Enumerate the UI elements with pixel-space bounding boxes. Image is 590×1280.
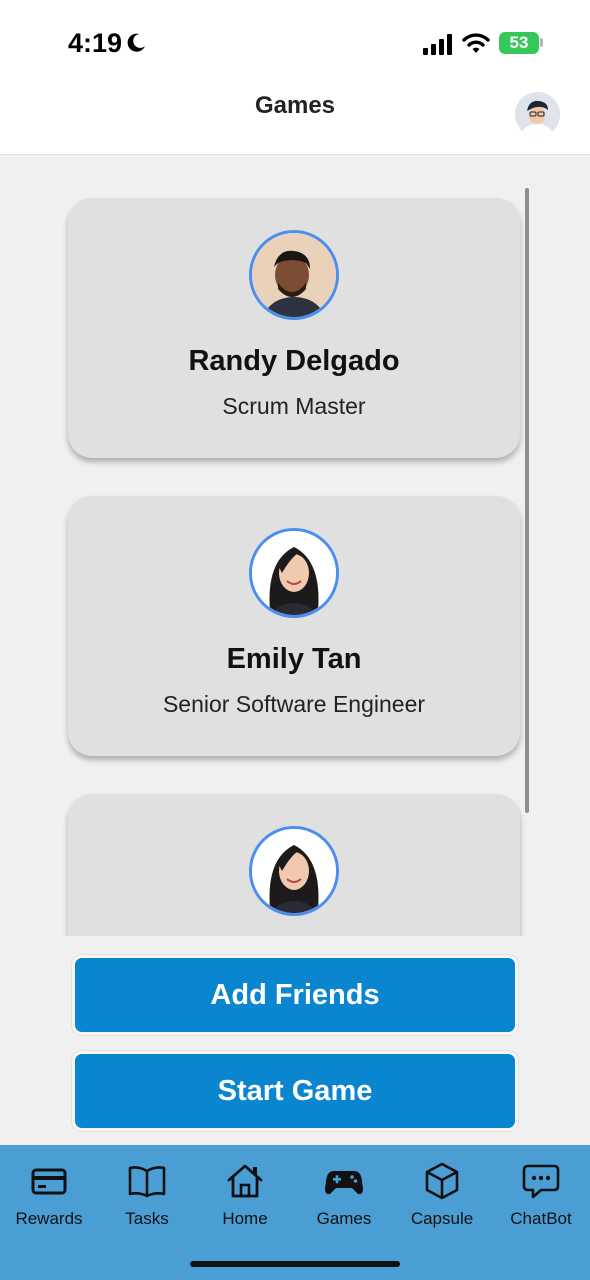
status-bar: 4:19 53 <box>0 0 590 80</box>
profile-avatar-image <box>515 92 560 137</box>
friend-card-emily[interactable]: Emily Tan Senior Software Engineer <box>68 496 520 756</box>
cellular-signal-icon <box>423 34 452 55</box>
battery-cap <box>540 38 543 47</box>
friend-avatar <box>249 826 339 916</box>
nav-item-tasks[interactable]: Tasks <box>98 1161 196 1241</box>
gamepad-icon <box>325 1171 363 1195</box>
chat-icon <box>522 1164 560 1199</box>
nav-item-games[interactable]: Games <box>295 1161 393 1241</box>
wifi-icon <box>462 33 490 53</box>
friend-avatar <box>249 230 339 320</box>
friend-photo <box>252 233 336 317</box>
nav-label: Rewards <box>15 1209 83 1228</box>
friend-role: Senior Software Engineer <box>162 691 426 717</box>
friend-card-randy[interactable]: Randy Delgado Scrum Master <box>68 198 520 458</box>
battery-level: 53 <box>509 33 529 52</box>
nav-item-capsule[interactable]: Capsule <box>393 1161 491 1241</box>
start-game-button[interactable]: Start Game <box>72 1051 518 1131</box>
friend-photo <box>252 829 336 913</box>
scrollbar[interactable] <box>525 188 529 813</box>
friend-card-partial[interactable] <box>68 794 520 936</box>
friend-photo <box>252 531 336 615</box>
friend-avatar <box>249 528 339 618</box>
profile-avatar[interactable] <box>515 92 560 137</box>
friend-name: Emily Tan <box>226 643 362 675</box>
status-time: 4:19 <box>68 28 123 58</box>
nav-item-home[interactable]: Home <box>196 1161 294 1241</box>
home-indicator <box>190 1261 400 1267</box>
moon-icon <box>127 33 145 52</box>
friend-role: Scrum Master <box>222 393 366 419</box>
friend-list[interactable]: Randy Delgado Scrum Master Emily Tan Sen… <box>0 156 590 936</box>
nav-label: Home <box>222 1209 268 1228</box>
card-icon <box>31 1168 67 1195</box>
home-icon <box>227 1164 263 1198</box>
nav-item-chatbot[interactable]: ChatBot <box>492 1161 590 1241</box>
cube-icon <box>425 1162 459 1200</box>
nav-label: Tasks <box>125 1209 169 1228</box>
page-title: Games <box>254 92 336 119</box>
app-header: Games <box>0 80 590 155</box>
battery-indicator: 53 <box>499 32 539 54</box>
add-friends-button[interactable]: Add Friends <box>72 955 518 1035</box>
nav-label: ChatBot <box>510 1209 572 1228</box>
nav-label: Capsule <box>410 1209 474 1228</box>
bottom-nav: Rewards Tasks Home Games Capsule ChatBot <box>0 1145 590 1280</box>
nav-item-rewards[interactable]: Rewards <box>0 1161 98 1241</box>
nav-label: Games <box>316 1209 372 1228</box>
book-icon <box>128 1166 166 1198</box>
friend-name: Randy Delgado <box>188 345 400 377</box>
